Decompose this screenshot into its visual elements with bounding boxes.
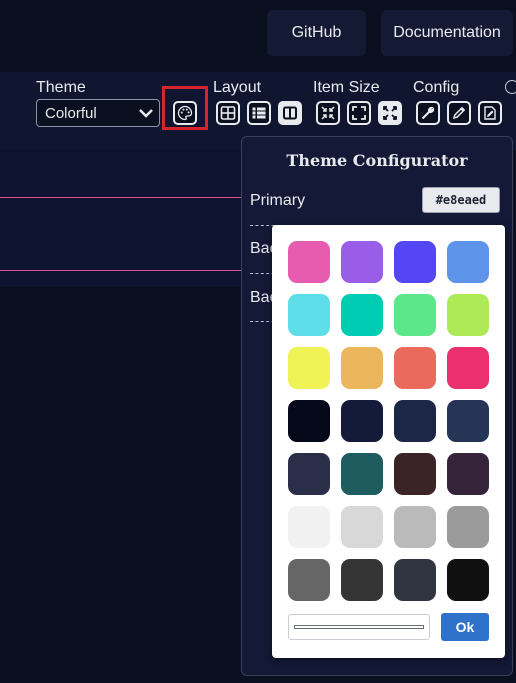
color-swatch[interactable] bbox=[341, 559, 383, 601]
pen-icon bbox=[452, 106, 466, 120]
layout-list-button[interactable] bbox=[247, 101, 271, 125]
color-swatch[interactable] bbox=[341, 347, 383, 389]
layout-columns-button[interactable] bbox=[278, 101, 302, 125]
grid-layout-icon bbox=[220, 106, 236, 120]
config-edit-button[interactable] bbox=[447, 101, 471, 125]
color-swatch[interactable] bbox=[288, 453, 330, 495]
color-swatch[interactable] bbox=[288, 347, 330, 389]
expand-arrows-icon bbox=[383, 106, 397, 120]
item-size-small-button[interactable] bbox=[316, 101, 340, 125]
color-swatch[interactable] bbox=[394, 347, 436, 389]
color-swatch[interactable] bbox=[447, 453, 489, 495]
layout-label: Layout bbox=[213, 79, 262, 96]
panel-title: Theme Configurator bbox=[286, 151, 468, 170]
custom-color-input[interactable] bbox=[288, 614, 430, 640]
close-icon[interactable] bbox=[505, 80, 516, 94]
theme-select-value: Colorful bbox=[45, 104, 97, 122]
primary-color-field[interactable]: #e8eaed bbox=[422, 187, 500, 213]
compress-icon bbox=[321, 106, 335, 120]
color-swatch[interactable] bbox=[394, 294, 436, 336]
color-swatch[interactable] bbox=[288, 559, 330, 601]
item-size-label: Item Size bbox=[313, 79, 380, 96]
color-swatch[interactable] bbox=[447, 294, 489, 336]
color-swatch[interactable] bbox=[394, 400, 436, 442]
color-swatch[interactable] bbox=[341, 241, 383, 283]
color-swatch[interactable] bbox=[288, 400, 330, 442]
highlight-box bbox=[162, 86, 208, 130]
color-swatch[interactable] bbox=[394, 241, 436, 283]
item-size-medium-button[interactable] bbox=[347, 101, 371, 125]
custom-color-slider bbox=[294, 625, 424, 629]
color-swatch[interactable] bbox=[341, 400, 383, 442]
documentation-button[interactable]: Documentation bbox=[381, 10, 513, 56]
color-swatch[interactable] bbox=[288, 241, 330, 283]
config-edit-file-button[interactable] bbox=[478, 101, 502, 125]
top-bar: GitHub Documentation bbox=[0, 0, 516, 72]
divider-line bbox=[0, 270, 250, 271]
content-area bbox=[0, 150, 250, 287]
theme-select[interactable]: Colorful bbox=[36, 99, 160, 127]
layout-grid-button[interactable] bbox=[216, 101, 240, 125]
color-swatch[interactable] bbox=[288, 294, 330, 336]
columns-layout-icon bbox=[283, 106, 297, 120]
color-swatch[interactable] bbox=[341, 453, 383, 495]
expand-frame-icon bbox=[352, 106, 366, 120]
color-swatch[interactable] bbox=[447, 506, 489, 548]
color-swatch[interactable] bbox=[447, 400, 489, 442]
color-swatch[interactable] bbox=[288, 506, 330, 548]
color-swatch[interactable] bbox=[394, 559, 436, 601]
config-label: Config bbox=[413, 79, 460, 96]
item-size-large-button[interactable] bbox=[378, 101, 402, 125]
wrench-icon bbox=[421, 106, 435, 120]
color-swatch[interactable] bbox=[341, 506, 383, 548]
ok-button[interactable]: Ok bbox=[441, 613, 489, 641]
color-swatch[interactable] bbox=[447, 241, 489, 283]
color-swatch[interactable] bbox=[394, 453, 436, 495]
color-swatch[interactable] bbox=[394, 506, 436, 548]
theme-label: Theme bbox=[36, 79, 86, 96]
github-button[interactable]: GitHub bbox=[267, 10, 366, 56]
color-swatch[interactable] bbox=[447, 347, 489, 389]
edit-document-icon bbox=[484, 106, 496, 120]
color-picker-popup: Ok bbox=[272, 225, 505, 658]
primary-label: Primary bbox=[250, 192, 306, 209]
color-swatch[interactable] bbox=[447, 559, 489, 601]
chevron-down-icon bbox=[139, 109, 153, 118]
color-swatch[interactable] bbox=[341, 294, 383, 336]
list-layout-icon bbox=[252, 107, 266, 119]
divider-line bbox=[0, 197, 250, 198]
config-settings-button[interactable] bbox=[416, 101, 440, 125]
